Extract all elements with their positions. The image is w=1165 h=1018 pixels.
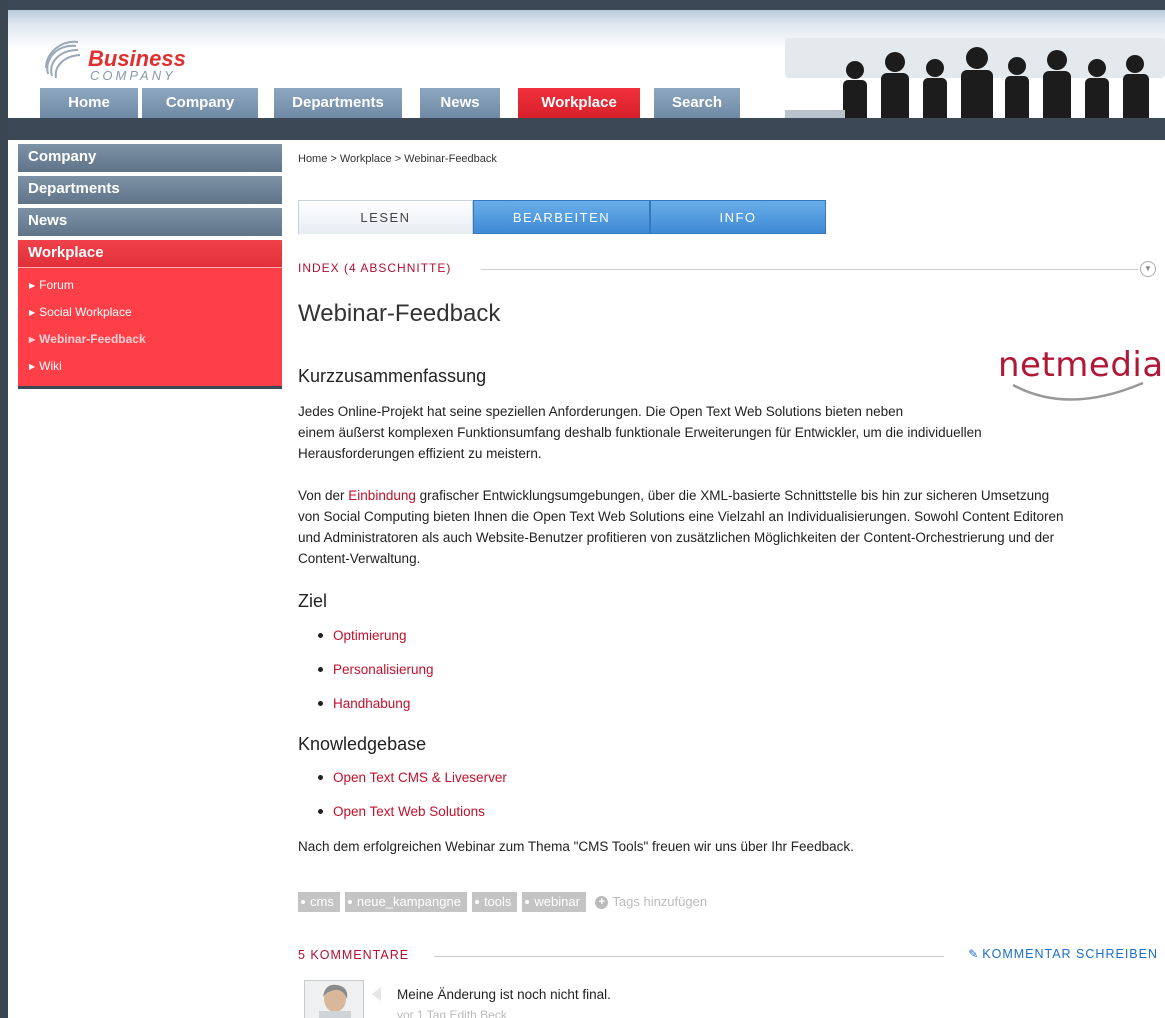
triangle-right-icon: ▶ bbox=[29, 308, 36, 317]
text-line: einem äußerst komplexen Funktionsumfang … bbox=[298, 425, 982, 440]
sidebar-subitem-forum[interactable]: ▶ Forum bbox=[18, 272, 282, 299]
pencil-icon: ✎ bbox=[968, 947, 980, 961]
knowledgebase-link[interactable]: Open Text CMS & Liveserver bbox=[333, 770, 507, 785]
triangle-right-icon: ▶ bbox=[29, 362, 36, 371]
text-fragment: Von der bbox=[298, 488, 349, 503]
comment-pointer bbox=[372, 987, 381, 1001]
text-line: von Social Computing bieten Ihnen die Op… bbox=[298, 509, 1064, 524]
text-line: Jedes Online-Projekt hat seine spezielle… bbox=[298, 404, 904, 419]
goal-list: Optimierung Personalisierung Handhabung bbox=[318, 626, 434, 728]
tag-neue-kampangne[interactable]: neue_kampangne bbox=[344, 892, 467, 912]
business-people-illustration bbox=[785, 38, 1165, 128]
logo-company-text: COMPANY bbox=[90, 68, 176, 83]
breadcrumb[interactable]: Home > Workplace > Webinar-Feedback bbox=[298, 153, 497, 165]
comment-meta: vor 1 Tag Edith Beck bbox=[397, 1008, 507, 1018]
sidebar-subitem-wiki[interactable]: ▶ Wiki bbox=[18, 353, 282, 380]
summary-paragraph-2: Von der Einbindung grafischer Entwicklun… bbox=[298, 485, 1158, 569]
header-bottom-bar bbox=[8, 118, 1165, 140]
text-line: Content-Verwaltung. bbox=[298, 551, 421, 566]
swirl-logo-icon bbox=[45, 40, 81, 79]
knowledgebase-link[interactable]: Open Text Web Solutions bbox=[333, 804, 485, 819]
sidebar-item-news[interactable]: News bbox=[18, 208, 282, 236]
comments-divider bbox=[434, 956, 944, 957]
tab-read[interactable]: LESEN bbox=[298, 200, 473, 234]
sidebar-item-departments[interactable]: Departments bbox=[18, 176, 282, 204]
topnav-workplace[interactable]: Workplace bbox=[518, 88, 640, 118]
user-avatar-icon bbox=[305, 981, 363, 1018]
bullet-icon bbox=[318, 701, 323, 706]
page-frame: Business COMPANY Home Company Department… bbox=[8, 0, 1165, 1018]
topnav-search[interactable]: Search bbox=[654, 88, 740, 118]
list-item: Open Text Web Solutions bbox=[318, 802, 507, 836]
comment-text: Meine Änderung ist noch nicht final. bbox=[397, 987, 611, 1002]
sidebar: Company Departments News Workplace ▶ Foru… bbox=[18, 144, 282, 389]
section-heading-knowledgebase: Knowledgebase bbox=[298, 734, 427, 754]
text-line: Herausforderungen effizient zu meistern. bbox=[298, 446, 542, 461]
top-stripe bbox=[8, 0, 1165, 10]
sidebar-subitem-social-workplace[interactable]: ▶ Social Workplace bbox=[18, 299, 282, 326]
closing-paragraph: Nach dem erfolgreichen Webinar zum Thema… bbox=[298, 839, 854, 854]
netmedia-logo-text: netmedia bbox=[998, 345, 1164, 385]
goal-link[interactable]: Optimierung bbox=[333, 628, 407, 643]
sidebar-subitem-webinar-feedback[interactable]: ▶ Webinar-Feedback bbox=[18, 326, 282, 353]
topnav-company[interactable]: Company bbox=[142, 88, 258, 118]
knowledgebase-list: Open Text CMS & Liveserver Open Text Web… bbox=[318, 768, 507, 836]
section-heading-goal: Ziel bbox=[298, 591, 328, 611]
add-tags-button[interactable]: + Tags hinzufügen bbox=[595, 894, 707, 910]
tab-edit[interactable]: BEARBEITEN bbox=[473, 200, 650, 234]
write-comment-label: KOMMENTAR SCHREIBEN bbox=[982, 947, 1158, 961]
sidebar-subitem-label: Webinar-Feedback bbox=[39, 332, 146, 346]
add-tags-label: Tags hinzufügen bbox=[612, 894, 708, 909]
topnav-departments[interactable]: Departments bbox=[274, 88, 402, 118]
goal-link[interactable]: Handhabung bbox=[333, 696, 410, 711]
bullet-icon bbox=[318, 633, 323, 638]
comments-count: 5 KOMMENTARE bbox=[298, 948, 410, 962]
netmedia-logo: netmedia bbox=[998, 345, 1163, 405]
tag-cms[interactable]: cms bbox=[298, 892, 340, 912]
workplace-submenu: ▶ Forum ▶ Social Workplace ▶ Webinar-Feedba… bbox=[18, 268, 282, 389]
sidebar-subitem-label: Social Workplace bbox=[39, 305, 132, 319]
tag-tools[interactable]: tools bbox=[471, 892, 518, 912]
list-item: Personalisierung bbox=[318, 660, 434, 694]
list-item: Optimierung bbox=[318, 626, 434, 660]
index-divider bbox=[481, 269, 1138, 270]
chevron-down-icon[interactable]: ▼ bbox=[1140, 261, 1156, 277]
topnav-home[interactable]: Home bbox=[40, 88, 138, 118]
triangle-right-icon: ▶ bbox=[29, 281, 36, 290]
topnav-news[interactable]: News bbox=[420, 88, 500, 118]
business-company-logo[interactable]: Business COMPANY bbox=[40, 38, 190, 88]
goal-link[interactable]: Personalisierung bbox=[333, 662, 434, 677]
sidebar-item-company[interactable]: Company bbox=[18, 144, 282, 172]
list-item: Handhabung bbox=[318, 694, 434, 728]
view-tabs: LESEN BEARBEITEN INFO bbox=[298, 200, 833, 234]
summary-paragraph-1: Jedes Online-Projekt hat seine spezielle… bbox=[298, 401, 1158, 464]
list-item: Open Text CMS & Liveserver bbox=[318, 768, 507, 802]
sidebar-subitem-label: Wiki bbox=[39, 359, 62, 373]
section-heading-summary: Kurzzusammenfassung bbox=[298, 366, 487, 386]
tab-info[interactable]: INFO bbox=[650, 200, 826, 234]
write-comment-button[interactable]: ✎ KOMMENTAR SCHREIBEN bbox=[968, 947, 1158, 961]
tag-list: cms neue_kampangne tools webinar + Tags hinz… bbox=[298, 892, 707, 912]
sidebar-subitem-label: Forum bbox=[39, 278, 74, 292]
tag-webinar[interactable]: webinar bbox=[522, 892, 586, 912]
plus-circle-icon: + bbox=[595, 896, 609, 909]
text-fragment: grafischer Entwicklungsumgebungen, über … bbox=[415, 488, 1050, 503]
link-einbindung[interactable]: Einbindung bbox=[348, 488, 416, 503]
bullet-icon bbox=[318, 775, 323, 780]
avatar[interactable] bbox=[304, 980, 364, 1018]
text-line: und Administratoren als auch Website-Ben… bbox=[298, 530, 1055, 545]
index-toggle-label[interactable]: INDEX (4 ABSCHNITTE) bbox=[298, 261, 451, 275]
bullet-icon bbox=[318, 809, 323, 814]
bullet-icon bbox=[318, 667, 323, 672]
page-title: Webinar-Feedback bbox=[298, 300, 501, 327]
triangle-right-icon: ▶ bbox=[29, 335, 36, 344]
sidebar-item-workplace[interactable]: Workplace bbox=[18, 240, 282, 268]
text-line: Von der Einbindung grafischer Entwicklun… bbox=[298, 485, 1158, 506]
